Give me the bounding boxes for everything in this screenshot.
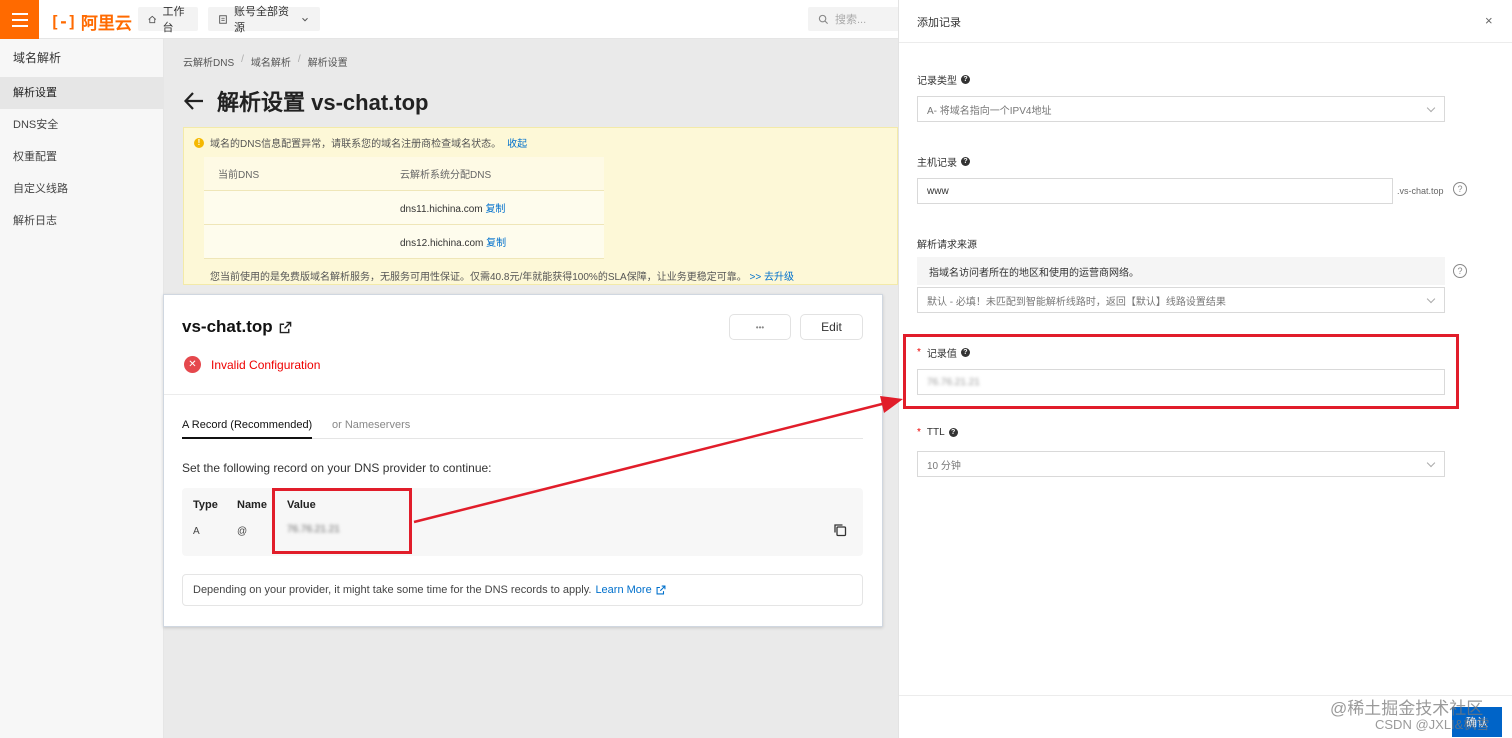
alert-message: ! 域名的DNS信息配置异常，请联系您的域名注册商检查域名状态。 收起 bbox=[194, 135, 527, 150]
record-name: @ bbox=[237, 526, 248, 537]
tab-nameservers[interactable]: or Nameservers bbox=[332, 419, 410, 431]
sidebar-item-custom-line[interactable]: 自定义线路 bbox=[0, 173, 163, 205]
page-title: 解析设置 vs-chat.top bbox=[183, 85, 428, 117]
record-type-label: 记录类型 ? bbox=[917, 72, 970, 87]
instruction-text: Set the following record on your DNS pro… bbox=[182, 461, 492, 475]
watermark: CSDN @JXLI&枫雪 bbox=[1375, 717, 1490, 732]
divider bbox=[164, 394, 882, 395]
edit-button[interactable]: Edit bbox=[800, 314, 863, 340]
breadcrumb-item[interactable]: 域名解析 bbox=[251, 54, 291, 69]
table-row: dns11.hichina.com 复制 bbox=[204, 191, 604, 225]
help-circle-icon[interactable]: ? bbox=[1453, 264, 1467, 278]
sidebar-item-dns-security[interactable]: DNS安全 bbox=[0, 109, 163, 141]
error-icon: ✕ bbox=[184, 356, 201, 373]
sidebar-item-weight-config[interactable]: 权重配置 bbox=[0, 141, 163, 173]
table-row: dns12.hichina.com 复制 bbox=[204, 225, 604, 259]
more-options-button[interactable]: ••• bbox=[729, 314, 791, 340]
status-badge: ✕ Invalid Configuration bbox=[184, 356, 320, 373]
record-tabs: A Record (Recommended) or Nameservers bbox=[182, 412, 863, 439]
warning-icon: ! bbox=[194, 137, 204, 148]
host-record-label: 主机记录 ? bbox=[917, 154, 970, 169]
logo-text: 阿里云 bbox=[80, 14, 132, 33]
sidebar-title: 域名解析 bbox=[13, 51, 62, 65]
help-icon[interactable]: ? bbox=[961, 157, 970, 166]
name-header: Name bbox=[237, 499, 267, 511]
source-hint: 指域名访问者所在的地区和使用的运营商网络。 bbox=[917, 257, 1445, 285]
upgrade-link[interactable]: >> 去升级 bbox=[750, 272, 794, 283]
help-icon[interactable]: ? bbox=[948, 428, 958, 437]
breadcrumb-item[interactable]: 云解析DNS bbox=[183, 54, 234, 69]
account-resources-dropdown[interactable]: 账号全部资源 bbox=[208, 6, 320, 34]
value-highlight-box bbox=[272, 488, 412, 554]
ttl-select[interactable]: 10 分钟 bbox=[917, 451, 1445, 477]
record-value-highlight-box bbox=[903, 334, 1459, 409]
domain-suffix: .vs-chat.top bbox=[1397, 186, 1444, 196]
drawer-title: 添加记录 bbox=[917, 17, 961, 29]
breadcrumb-item: 解析设置 bbox=[307, 58, 348, 69]
source-label: 解析请求来源 bbox=[917, 240, 977, 251]
aliyun-logo[interactable]: [-] 阿里云 bbox=[50, 9, 132, 34]
source-select[interactable]: 默认 - 必填！未匹配到智能解析线路时，返回【默认】线路设置结果 bbox=[917, 287, 1445, 313]
table-header: 当前DNS 云解析系统分配DNS bbox=[204, 157, 604, 191]
help-circle-icon[interactable]: ? bbox=[1453, 182, 1467, 196]
host-record-input[interactable]: www bbox=[917, 178, 1393, 204]
type-header: Type bbox=[193, 499, 218, 511]
menu-icon[interactable] bbox=[0, 0, 39, 39]
collapse-link[interactable]: 收起 bbox=[507, 135, 527, 150]
workbench-button[interactable]: 工作台 bbox=[138, 6, 198, 34]
domain-title[interactable]: vs-chat.top bbox=[182, 317, 292, 337]
home-icon bbox=[148, 15, 157, 23]
breadcrumb-separator: / bbox=[241, 54, 244, 65]
sidebar-item-resolve-log[interactable]: 解析日志 bbox=[0, 205, 163, 237]
copy-link[interactable]: 复制 bbox=[485, 204, 505, 215]
dns-warning-alert: ! 域名的DNS信息配置异常，请联系您的域名注册商检查域名状态。 收起 当前DN… bbox=[183, 127, 898, 285]
sidebar: 域名解析 解析设置 DNS安全 权重配置 自定义线路 解析日志 bbox=[0, 39, 164, 738]
drawer-header: 添加记录 × bbox=[899, 0, 1512, 43]
breadcrumb-separator: / bbox=[297, 54, 301, 65]
document-icon bbox=[219, 14, 227, 24]
external-link-icon bbox=[279, 321, 291, 333]
close-icon[interactable]: × bbox=[1485, 13, 1493, 28]
search-icon bbox=[818, 14, 829, 24]
upgrade-notice: 您当前使用的是免费版域名解析服务，无服务可用性保证。仅需40.8元/年就能获得1… bbox=[210, 272, 794, 283]
dns-table: 当前DNS 云解析系统分配DNS dns11.hichina.com 复制 dn… bbox=[204, 157, 604, 259]
copy-link[interactable]: 复制 bbox=[486, 238, 506, 249]
vercel-domain-card: vs-chat.top ••• Edit ✕ Invalid Configura… bbox=[163, 294, 883, 627]
breadcrumb: 云解析DNS / 域名解析 / 解析设置 bbox=[183, 54, 348, 69]
logo-mark-icon: [-] bbox=[50, 12, 77, 31]
dns-propagation-note: Depending on your provider, it might tak… bbox=[182, 574, 863, 606]
record-type-select[interactable]: A- 将域名指向一个IPV4地址 bbox=[917, 96, 1445, 122]
sidebar-item-resolve-settings[interactable]: 解析设置 bbox=[0, 77, 163, 109]
record-type: A bbox=[193, 526, 200, 537]
search-input[interactable]: 搜索... bbox=[808, 7, 908, 31]
tab-a-record[interactable]: A Record (Recommended) bbox=[182, 419, 313, 439]
help-icon[interactable]: ? bbox=[961, 75, 970, 84]
copy-icon[interactable] bbox=[833, 523, 847, 537]
learn-more-link[interactable]: Learn More bbox=[595, 584, 651, 596]
external-link-icon bbox=[656, 585, 666, 595]
chevron-down-icon bbox=[302, 17, 308, 21]
back-arrow-icon[interactable] bbox=[183, 90, 205, 112]
ttl-label: * TTL ? bbox=[917, 427, 958, 438]
